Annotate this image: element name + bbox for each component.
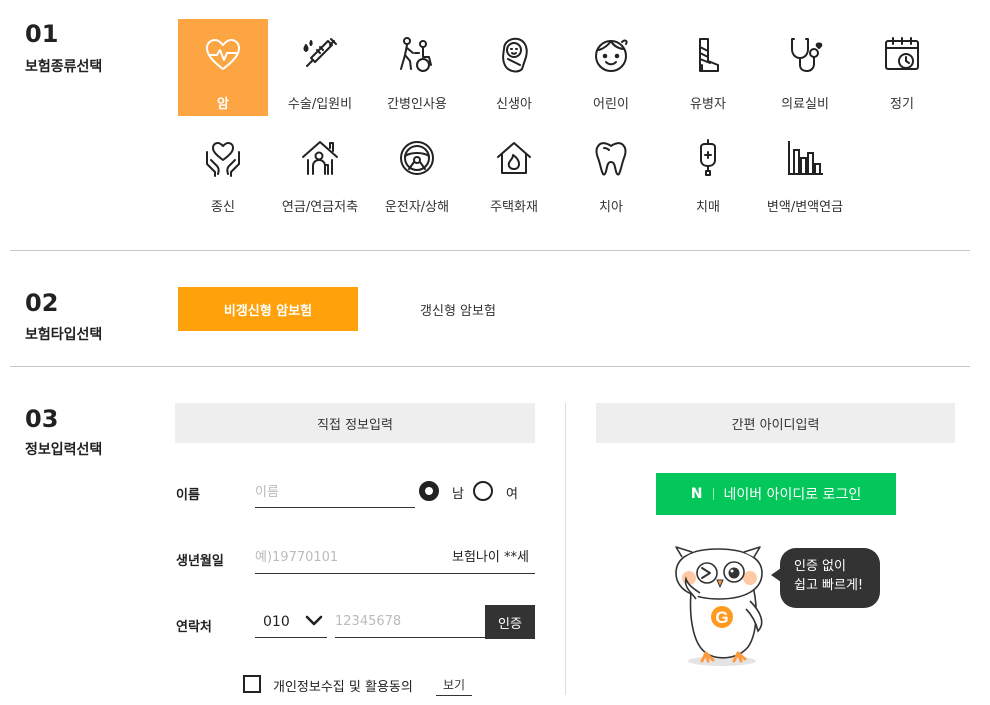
section3-number: 03 — [25, 405, 59, 433]
calendar-clock-icon — [880, 33, 924, 77]
insurance-type-label: 연금/연금저축 — [281, 200, 359, 215]
insurance-type-cancer[interactable]: 암 — [178, 19, 268, 116]
section2-title: 보험타입선택 — [25, 327, 103, 343]
insurance-type-label: 간병인사용 — [387, 97, 447, 112]
insurance-type-label: 신생아 — [496, 97, 532, 112]
insurance-type-preexisting[interactable]: 유병자 — [663, 19, 753, 116]
insurance-type-label: 변액/변액연금 — [766, 200, 844, 215]
tooth-icon — [589, 136, 633, 180]
iv-drip-icon — [686, 136, 730, 180]
tab-direct-input[interactable]: 직접 정보입력 — [175, 403, 535, 443]
newborn-baby-icon — [492, 33, 536, 77]
insurance-type-child[interactable]: 어린이 — [566, 19, 656, 116]
phone-prefix-value: 010 — [263, 613, 290, 630]
insurance-type-variable[interactable]: 변액/변액연금 — [760, 122, 850, 219]
insurance-type-label: 유병자 — [690, 97, 726, 112]
section3-title: 정보입력선택 — [25, 442, 103, 458]
section1-number: 01 — [25, 20, 59, 48]
phone-number-input[interactable] — [335, 606, 485, 638]
gender-male-label: 남 — [452, 487, 464, 502]
insurance-type-label: 암 — [217, 97, 229, 112]
child-face-icon — [589, 33, 633, 77]
gender-female-radio[interactable] — [473, 481, 493, 501]
insurance-type-label: 운전자/상해 — [384, 200, 450, 215]
insurance-type-dental[interactable]: 치아 — [566, 122, 656, 219]
insurance-type-label: 치아 — [599, 200, 623, 215]
insurance-type-label: 정기 — [890, 97, 914, 112]
tab-simple-id-input[interactable]: 간편 아이디입력 — [596, 403, 955, 443]
privacy-view-link[interactable]: 보기 — [436, 674, 472, 696]
house-fire-icon — [492, 136, 536, 180]
divider — [10, 250, 970, 251]
insurance-type-newborn[interactable]: 신생아 — [469, 19, 559, 116]
privacy-agree-checkbox[interactable] — [243, 675, 261, 693]
privacy-agree-label: 개인정보수집 및 활용동의 — [273, 680, 413, 695]
section2-number: 02 — [25, 289, 59, 317]
insurance-type-term[interactable]: 정기 — [857, 19, 947, 116]
naver-login-label: 네이버 아이디로 로그인 — [723, 487, 862, 503]
naver-logo-icon: N — [690, 486, 703, 502]
insurance-type-dementia[interactable]: 치매 — [663, 122, 753, 219]
insurance-type-label: 수술/입원비 — [287, 97, 353, 112]
birth-label: 생년월일 — [176, 554, 224, 569]
stethoscope-icon — [783, 33, 827, 77]
heart-pulse-icon — [201, 33, 245, 77]
caregiver-wheelchair-icon — [395, 33, 439, 77]
vertical-divider — [565, 403, 566, 695]
name-label: 이름 — [176, 488, 200, 503]
phone-label: 연락처 — [176, 620, 212, 635]
divider — [10, 366, 970, 367]
naver-login-button[interactable]: N 네이버 아이디로 로그인 — [656, 473, 896, 515]
mascot-badge-text: G — [715, 608, 728, 627]
insurance-type-medical[interactable]: 의료실비 — [760, 19, 850, 116]
speech-bubble: 인증 없이 쉽고 빠르게! — [780, 548, 880, 608]
bubble-line2: 쉽고 빠르게! — [794, 578, 864, 593]
insurance-type-label: 치매 — [696, 200, 720, 215]
naver-separator — [712, 488, 714, 500]
insurance-type-label: 종신 — [211, 200, 235, 215]
leg-cast-icon — [686, 33, 730, 77]
insurance-type-label: 주택화재 — [490, 200, 538, 215]
name-input[interactable] — [255, 478, 415, 508]
bar-chart-icon — [783, 136, 827, 180]
elder-house-icon — [298, 136, 342, 180]
chevron-down-icon — [305, 612, 323, 631]
steering-wheel-icon — [395, 136, 439, 180]
insurance-type-caregiver[interactable]: 간병인사용 — [372, 19, 462, 116]
insurance-type-label: 어린이 — [593, 97, 629, 112]
insurance-type-house-fire[interactable]: 주택화재 — [469, 122, 559, 219]
insurance-age-text: 보험나이 **세 — [452, 550, 529, 565]
gender-female-label: 여 — [506, 487, 518, 502]
phone-prefix-select[interactable]: 010 — [255, 606, 327, 638]
gender-male-radio[interactable] — [419, 481, 439, 501]
owl-mascot-icon: G — [662, 543, 782, 668]
non-renewable-button[interactable]: 비갱신형 암보험 — [178, 287, 358, 331]
auth-button[interactable]: 인증 — [485, 605, 535, 639]
bubble-line1: 인증 없이 — [794, 559, 846, 574]
section1-title: 보험종류선택 — [25, 59, 103, 75]
insurance-type-driver[interactable]: 운전자/상해 — [372, 122, 462, 219]
syringe-icon — [298, 33, 342, 77]
hands-heart-icon — [201, 136, 245, 180]
insurance-type-surgery[interactable]: 수술/입원비 — [275, 19, 365, 116]
insurance-type-label: 의료실비 — [781, 97, 829, 112]
insurance-type-whole-life[interactable]: 종신 — [178, 122, 268, 219]
renewable-button[interactable]: 갱신형 암보험 — [368, 287, 548, 331]
insurance-type-pension[interactable]: 연금/연금저축 — [275, 122, 365, 219]
